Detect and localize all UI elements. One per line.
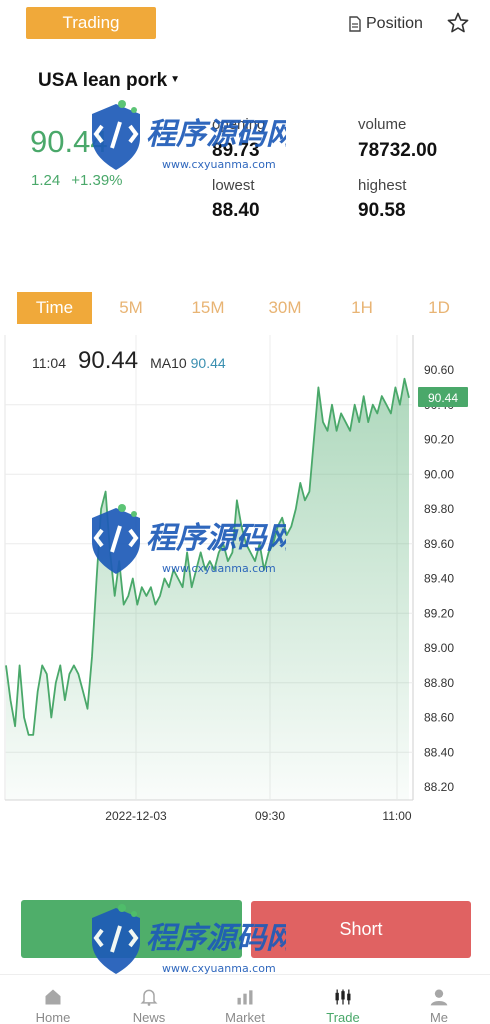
nav-news[interactable]: News [100,975,198,1024]
tab-time[interactable]: Time [17,292,92,324]
svg-text:www.cxyuanma.com: www.cxyuanma.com [162,562,276,575]
price-area [6,378,409,800]
tab-1h[interactable]: 1H [342,292,382,324]
top-bar: Trading Position [0,7,490,41]
y-tick-label: 89.20 [424,606,454,620]
x-tick-label: 2022-12-03 [105,809,167,823]
nav-trade[interactable]: Trade [294,975,392,1024]
svg-text:程序源码网: 程序源码网 [146,117,286,152]
document-icon [349,16,361,32]
bottom-nav: Home News Market Trade Me [0,974,490,1024]
current-price-tag: 90.44 [418,387,468,407]
watermark-logo: 程序源码网 www.cxyuanma.com [92,504,286,575]
nav-market-label: Market [225,1010,265,1024]
x-axis-ticks: 2022-12-03 09:30 11:00 [105,809,412,823]
svg-text:www.cxyuanma.com: www.cxyuanma.com [162,158,276,171]
highest-label: highest [358,177,407,194]
instrument-selector[interactable]: USA lean pork ▼ [38,70,180,92]
y-axis-ticks: 90.6090.4090.2090.0089.8089.6089.4089.20… [424,363,454,794]
x-tick-label: 09:30 [255,809,285,823]
bar-chart-icon [237,990,253,1005]
y-tick-label: 88.40 [424,745,454,759]
nav-home[interactable]: Home [4,975,102,1024]
ma-value: 90.44 [190,355,226,371]
trading-button[interactable]: Trading [26,7,156,39]
y-tick-label: 88.20 [424,780,454,794]
tab-1d[interactable]: 1D [421,292,457,324]
volume-label: volume [358,116,407,133]
change-amount: 1.24 [31,172,61,189]
highest-value: 90.58 [358,200,406,221]
caret-down-icon: ▼ [170,73,181,85]
svg-text:90.44: 90.44 [428,391,458,405]
tab-15m[interactable]: 15M [183,292,233,324]
tab-30m[interactable]: 30M [260,292,310,324]
svg-text:程序源码网: 程序源码网 [146,921,286,956]
y-tick-label: 90.60 [424,363,454,377]
y-tick-label: 88.60 [424,711,454,725]
lowest-value: 88.40 [212,200,260,221]
bell-icon [140,989,158,1006]
tab-5m[interactable]: 5M [109,292,153,324]
y-tick-label: 89.60 [424,537,454,551]
svg-text:程序源码网: 程序源码网 [146,521,286,556]
nav-home-label: Home [35,1010,71,1024]
ma-label: MA10 [150,355,187,371]
price-chart[interactable]: 90.6090.4090.2090.0089.8089.6089.4089.20… [0,335,490,835]
y-tick-label: 89.80 [424,502,454,516]
y-tick-label: 89.00 [424,641,454,655]
x-tick-label: 11:00 [382,809,411,823]
nav-me[interactable]: Me [390,975,488,1024]
instrument-name: USA lean pork [38,70,168,91]
nav-news-label: News [132,1010,166,1024]
y-tick-label: 90.00 [424,467,454,481]
y-tick-label: 89.40 [424,572,454,586]
candlestick-icon [335,989,351,1005]
volume-value: 78732.00 [358,140,438,161]
nav-market[interactable]: Market [196,975,294,1024]
position-label: Position [366,15,423,32]
home-icon [45,989,61,1005]
period-tabs: Time 5M 15M 30M 1H 1D [17,292,477,324]
star-icon[interactable] [446,10,470,36]
svg-text:www.cxyuanma.com: www.cxyuanma.com [162,962,276,975]
y-tick-label: 90.20 [424,433,454,447]
nav-trade-label: Trade [326,1010,360,1024]
chart-info: 11:04 90.44 MA10 90.44 [32,347,226,375]
position-button[interactable]: Position [348,12,423,36]
user-icon [430,989,448,1006]
lowest-label: lowest [212,177,255,194]
watermark-logo: 程序源码网 www.cxyuanma.com [92,904,286,975]
chart-time: 11:04 [32,355,66,371]
chart-value: 90.44 [78,347,139,374]
watermark-logo: 程序源码网 www.cxyuanma.com [92,100,286,171]
y-tick-label: 88.80 [424,676,454,690]
nav-me-label: Me [429,1010,449,1024]
